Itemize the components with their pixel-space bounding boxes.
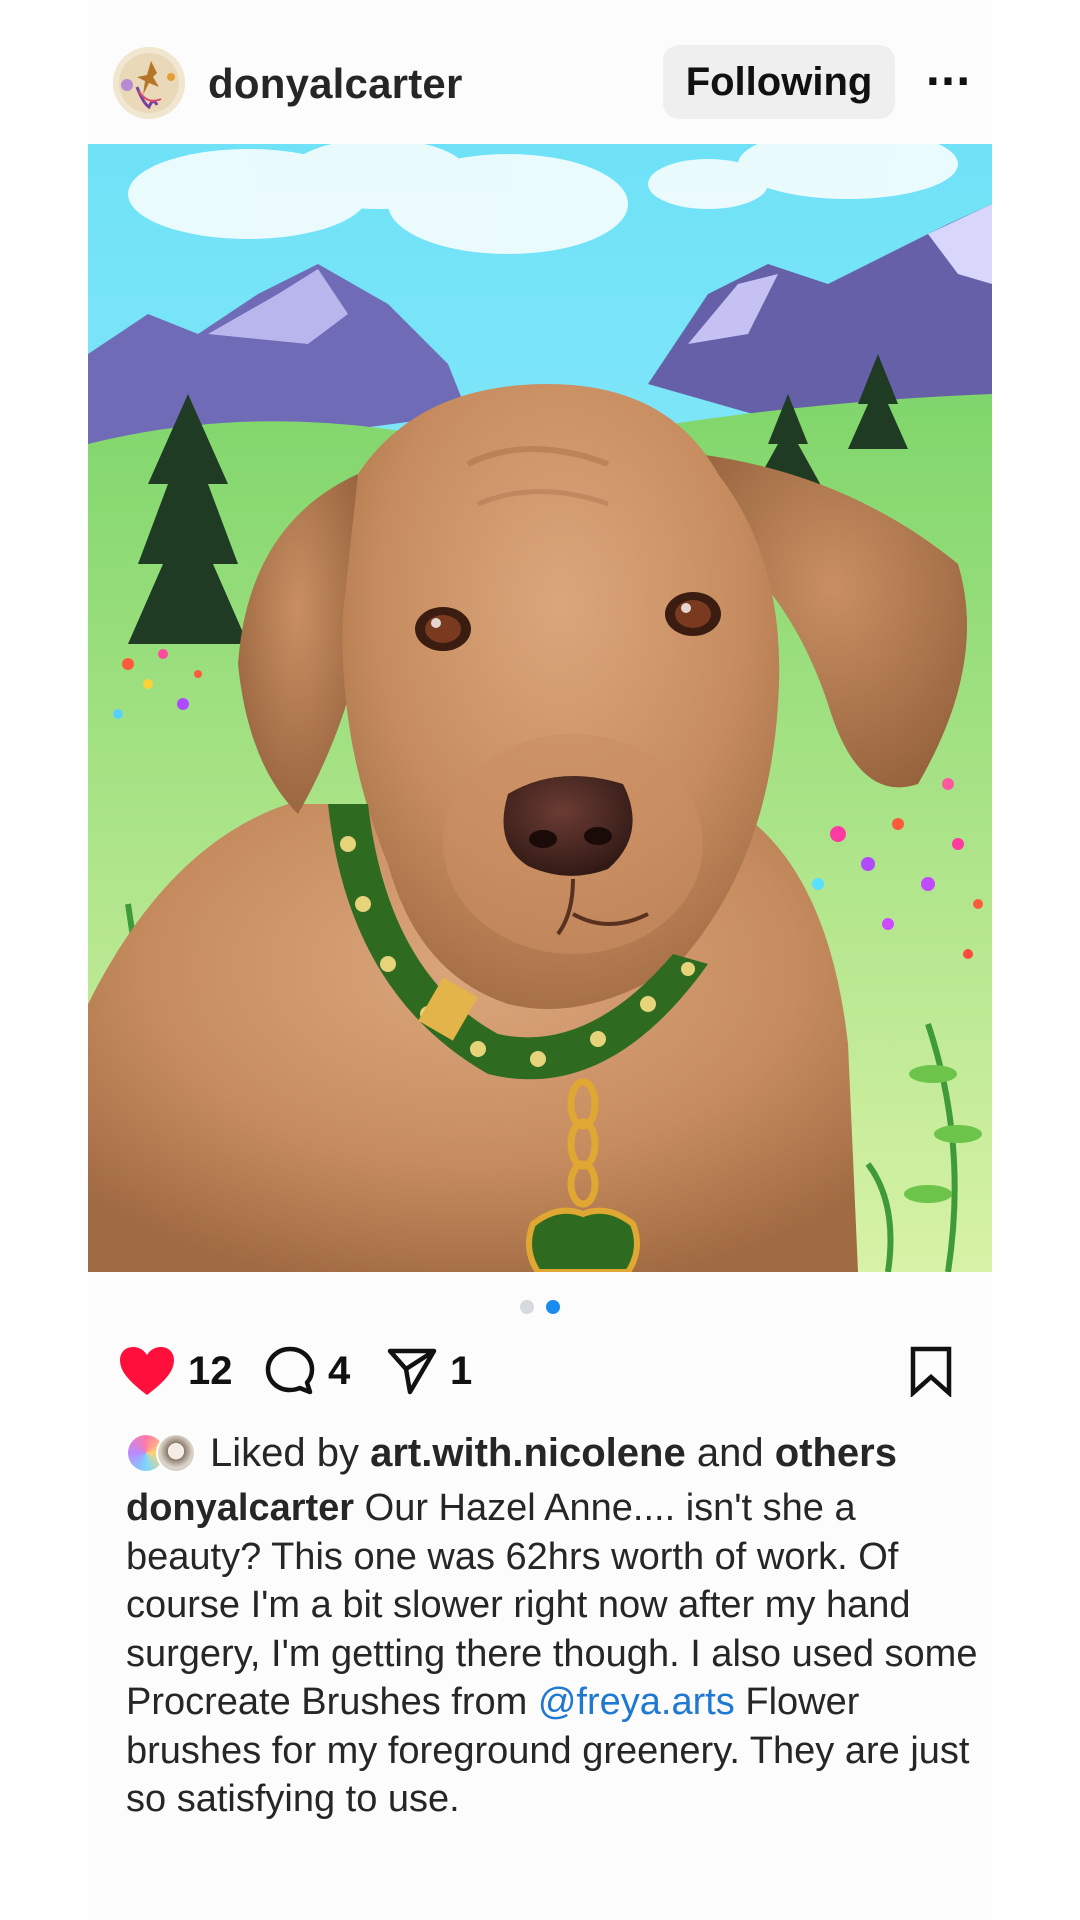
action-bar: 12 4 1: [88, 1338, 992, 1404]
comment-button[interactable]: 4: [264, 1338, 350, 1404]
post-image[interactable]: [88, 144, 992, 1272]
carousel-dot-active[interactable]: [546, 1300, 561, 1314]
share-count: 1: [450, 1348, 473, 1393]
liked-by-user-link[interactable]: art.with.nicolene: [370, 1431, 686, 1475]
like-count: 12: [188, 1348, 233, 1393]
liked-by-others-link[interactable]: others: [775, 1431, 897, 1475]
comment-count: 4: [328, 1348, 351, 1393]
liked-by-row[interactable]: Liked by art.with.nicolene and others: [126, 1428, 986, 1478]
liked-by-text: Liked by art.with.nicolene and others: [210, 1431, 897, 1476]
bookmark-icon: [910, 1346, 952, 1397]
caption-mention-link[interactable]: @freya.arts: [538, 1681, 735, 1723]
carousel-indicator: [88, 1300, 992, 1316]
caption-username[interactable]: donyalcarter: [126, 1487, 354, 1529]
avatar[interactable]: [113, 47, 185, 119]
following-button[interactable]: Following: [663, 45, 895, 119]
liker-avatar: [156, 1433, 196, 1473]
like-button[interactable]: 12: [118, 1338, 233, 1404]
post-card: donyalcarter Following ··· 12 4 1 Liked …: [88, 0, 992, 1920]
liked-by-prefix: Liked by: [210, 1430, 359, 1475]
comment-bubble-icon: [265, 1346, 315, 1395]
post-header: donyalcarter Following ···: [88, 40, 992, 124]
paper-plane-icon: [387, 1348, 437, 1395]
more-options-button[interactable]: ···: [918, 62, 978, 102]
username[interactable]: donyalcarter: [208, 60, 463, 108]
liked-by-avatars: [126, 1431, 200, 1475]
carousel-dot[interactable]: [519, 1300, 534, 1314]
save-button[interactable]: [908, 1338, 954, 1404]
share-button[interactable]: 1: [386, 1338, 472, 1404]
liked-by-joiner: and: [696, 1430, 764, 1475]
post-caption: donyalcarter Our Hazel Anne.... isn't sh…: [126, 1484, 986, 1824]
heart-icon: [120, 1347, 174, 1395]
